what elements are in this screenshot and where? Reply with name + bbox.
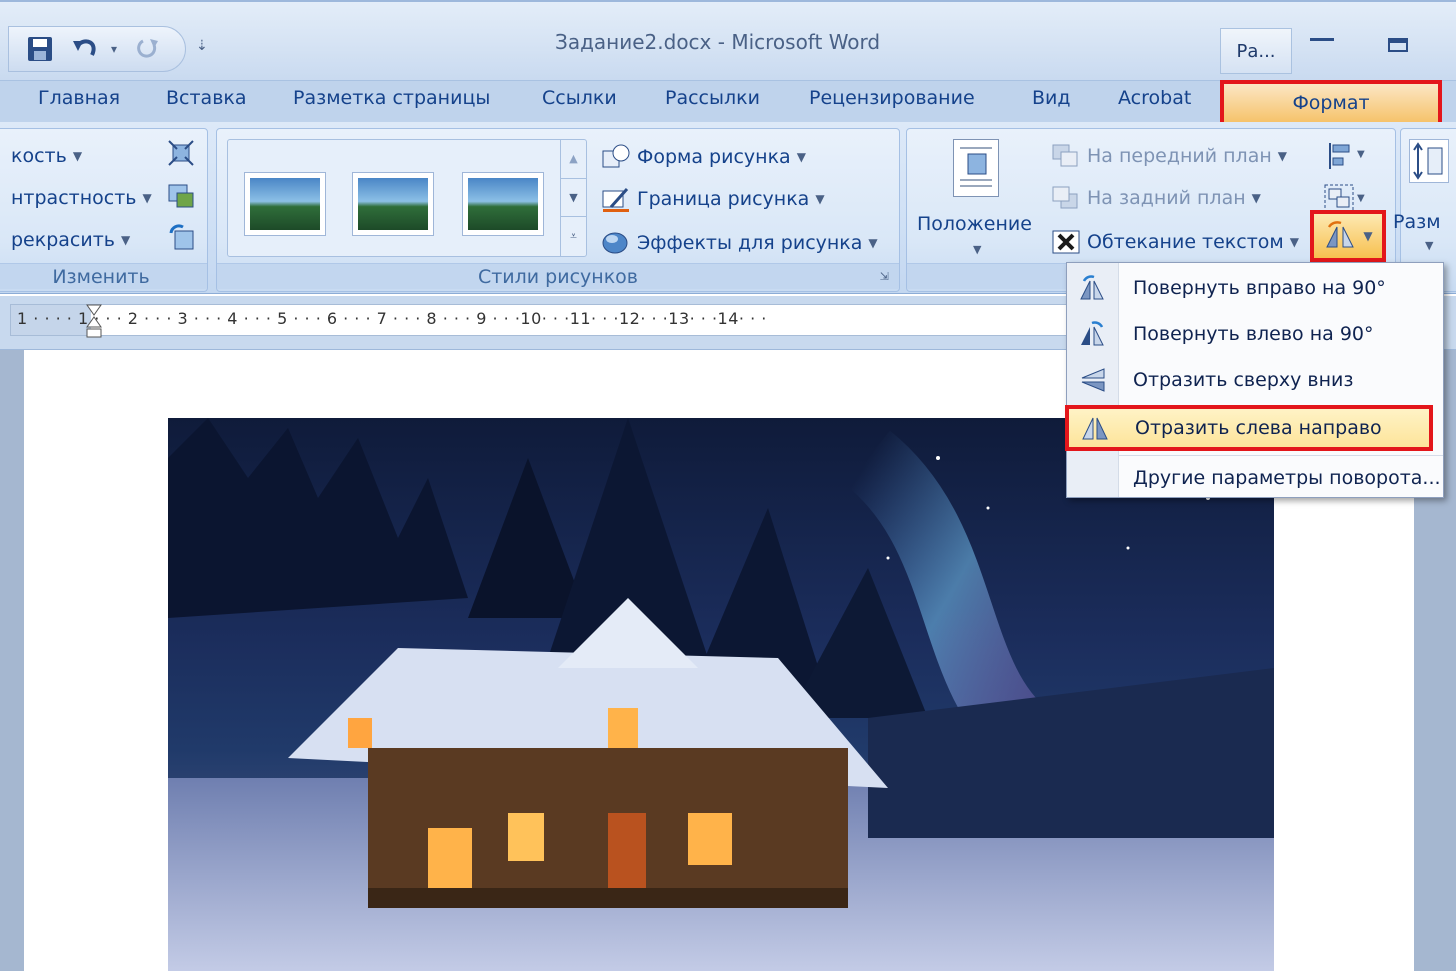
tab-overflow-button[interactable]: Ра... (1220, 28, 1292, 74)
align-icon[interactable]: ▼ (1327, 141, 1367, 175)
menu-item-flip-vertical[interactable]: Отразить сверху вниз (1067, 357, 1443, 403)
picture-styles-group: ▲ ▼ ⩡ Форма рисунка ▼ Граница рисунка ▼ Эф… (216, 128, 900, 292)
picture-styles-group-label: Стили рисунков (217, 263, 899, 289)
save-icon[interactable] (25, 35, 55, 63)
menu-item-rotate-right[interactable]: Повернуть вправо на 90° (1067, 265, 1443, 311)
redo-icon[interactable] (133, 35, 163, 63)
rotate-button[interactable]: ▼ (1310, 210, 1386, 262)
gallery-scroll: ▲ ▼ ⩡ (560, 140, 586, 256)
picture-style-1[interactable] (244, 172, 326, 236)
compress-pictures-icon[interactable] (167, 139, 195, 171)
picture-style-2-preview (358, 178, 428, 230)
picture-border-icon (602, 188, 629, 212)
picture-effects-button[interactable]: Эффекты для рисунка ▼ (601, 229, 878, 257)
bring-to-front-button[interactable]: На передний план ▼ (1051, 143, 1287, 169)
tab-review[interactable]: Рецензирование (809, 87, 975, 109)
tab-page-layout[interactable]: Разметка страницы (293, 87, 490, 109)
brightness-button[interactable]: кость ▼ (11, 145, 82, 167)
flip-vertical-icon (1067, 367, 1119, 393)
tab-acrobat[interactable]: Acrobat (1118, 87, 1191, 109)
maximize-icon[interactable] (1388, 38, 1408, 52)
undo-icon[interactable] (71, 35, 101, 63)
picture-effects-label: Эффекты для рисунка (637, 232, 863, 254)
gallery-down-icon[interactable]: ▼ (561, 178, 586, 216)
picture-border-label: Граница рисунка (637, 188, 810, 210)
tab-mailings[interactable]: Рассылки (665, 87, 760, 109)
adjust-group: кость ▼ нтрастность ▼ рекрасить ▼ Изменить (0, 128, 208, 292)
menu-item-more-rotation-options[interactable]: Другие параметры поворота... (1067, 455, 1443, 501)
tab-insert[interactable]: Вставка (166, 87, 247, 109)
picture-style-3[interactable] (462, 172, 544, 236)
title-bar: ▾ ⇣ Задание2.docx - Microsoft Word Ра... (0, 0, 1456, 80)
menu-item-label: Отразить сверху вниз (1133, 369, 1354, 391)
picture-shape-icon (602, 144, 630, 168)
send-to-back-button[interactable]: На задний план ▼ (1051, 185, 1261, 211)
bring-to-front-label: На передний план (1087, 145, 1272, 167)
svg-text:▼: ▼ (1357, 193, 1365, 204)
picture-effects-icon (602, 232, 628, 254)
bring-to-front-icon (1052, 144, 1078, 167)
picture-shape-label: Форма рисунка (637, 146, 791, 168)
change-picture-icon[interactable] (167, 181, 195, 213)
rotate-left-icon (1067, 321, 1119, 347)
send-to-back-icon (1052, 186, 1078, 209)
menu-item-label: Повернуть влево на 90° (1133, 323, 1374, 345)
size-icon[interactable] (1409, 139, 1449, 183)
rotate-dropdown-icon: ▼ (1363, 229, 1373, 243)
minimize-icon[interactable] (1310, 38, 1334, 41)
position-dropdown-icon[interactable]: ▼ (973, 243, 981, 256)
undo-dropdown-icon[interactable]: ▾ (107, 35, 121, 63)
picture-style-1-preview (250, 178, 320, 230)
picture-shape-button[interactable]: Форма рисунка ▼ (601, 143, 806, 171)
horizontal-ruler[interactable]: 1 · · · · 1 · · · 2 · · · 3 · · · 4 · · … (10, 304, 1070, 338)
menu-item-rotate-left[interactable]: Повернуть влево на 90° (1067, 311, 1443, 357)
ruler-numbers: 1 · · · · 1 · · · 2 · · · 3 · · · 4 · · … (17, 309, 767, 328)
recolor-button[interactable]: рекрасить ▼ (11, 229, 130, 251)
picture-border-button[interactable]: Граница рисунка ▼ (601, 185, 825, 213)
adjust-group-label: Изменить (0, 263, 207, 289)
brightness-label: кость (11, 145, 67, 167)
position-button[interactable]: Положение (917, 213, 1032, 235)
rotate-menu: Повернуть вправо на 90° Повернуть влево … (1065, 262, 1444, 501)
position-icon[interactable] (953, 139, 999, 197)
contrast-button[interactable]: нтрастность ▼ (11, 187, 152, 209)
text-wrapping-icon (1052, 230, 1080, 254)
tab-references[interactable]: Ссылки (542, 87, 617, 109)
size-label[interactable]: Разм (1393, 211, 1441, 233)
window-title: Задание2.docx - Microsoft Word (555, 30, 881, 54)
text-wrapping-button[interactable]: Обтекание текстом ▼ (1051, 229, 1299, 255)
contrast-label: нтрастность (11, 187, 137, 209)
customize-qat-icon[interactable]: ⇣ (196, 38, 208, 54)
quick-access-toolbar: ▾ (8, 26, 186, 72)
indent-marker-icon[interactable] (85, 303, 103, 343)
size-dropdown-icon[interactable]: ▼ (1425, 239, 1433, 252)
recolor-label: рекрасить (11, 229, 115, 251)
tab-home[interactable]: Главная (38, 87, 120, 109)
rotate-icon (1326, 221, 1355, 248)
tab-format[interactable]: Формат (1220, 80, 1442, 126)
flip-horizontal-icon (1069, 415, 1121, 441)
menu-item-flip-horizontal[interactable]: Отразить слева направо (1065, 405, 1433, 451)
tab-view[interactable]: Вид (1032, 87, 1071, 109)
picture-style-2[interactable] (352, 172, 434, 236)
menu-item-label: Отразить слева направо (1135, 417, 1382, 439)
gallery-up-icon[interactable]: ▲ (561, 140, 586, 178)
dialog-launcher-icon[interactable]: ⇲ (880, 270, 889, 283)
reset-picture-icon[interactable] (167, 223, 195, 255)
gallery-more-icon[interactable]: ⩡ (561, 216, 586, 254)
menu-item-label: Повернуть вправо на 90° (1133, 277, 1386, 299)
send-to-back-label: На задний план (1087, 187, 1246, 209)
rotate-right-icon (1067, 275, 1119, 301)
picture-style-3-preview (468, 178, 538, 230)
text-wrapping-label: Обтекание текстом (1087, 231, 1284, 253)
svg-text:▼: ▼ (1357, 149, 1365, 160)
menu-item-label: Другие параметры поворота... (1133, 467, 1441, 489)
picture-styles-gallery: ▲ ▼ ⩡ (227, 139, 587, 257)
